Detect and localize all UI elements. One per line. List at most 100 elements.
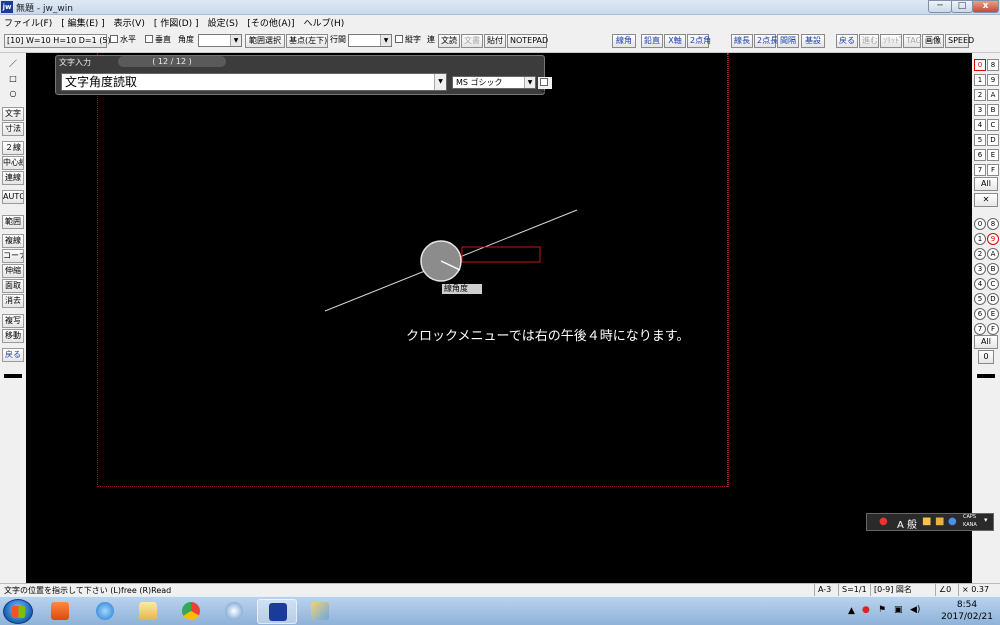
layer-2[interactable]: 2 <box>974 248 986 260</box>
layer-group-5[interactable]: 5 <box>974 134 986 146</box>
layer-group-e[interactable]: E <box>987 149 999 161</box>
taskbar-chrome[interactable] <box>171 599 211 624</box>
clock-time[interactable]: 8:54 <box>947 600 987 610</box>
vertical-checkbox[interactable]: 垂直 <box>145 34 171 48</box>
flag-icon[interactable]: ⚑ <box>878 605 886 615</box>
layer-group-b[interactable]: B <box>987 104 999 116</box>
line-angle-button[interactable]: 線角 <box>612 34 636 48</box>
text-read-button[interactable]: 文読 <box>438 34 460 48</box>
auto-tool-button[interactable]: AUTO <box>2 190 24 204</box>
menu-other[interactable]: [その他(A)] <box>247 16 294 29</box>
line-type-indicator[interactable] <box>2 372 24 380</box>
layer-group-a[interactable]: A <box>987 89 999 101</box>
layer-group-3[interactable]: 3 <box>974 104 986 116</box>
layer-9[interactable]: 9 <box>987 233 999 245</box>
range-select-button[interactable]: 範囲選択 <box>245 34 285 48</box>
line-color-indicator[interactable] <box>975 372 997 380</box>
copy-tool-button[interactable]: 複写 <box>2 314 24 328</box>
text-tool-button[interactable]: 文字 <box>2 107 24 121</box>
two-point-angle-button[interactable]: 2点角 <box>687 34 711 48</box>
double-line-tool-button[interactable]: ２線 <box>2 141 24 155</box>
layer-group-2[interactable]: 2 <box>974 89 986 101</box>
x-axis-button[interactable]: X軸 <box>664 34 686 48</box>
layer-6[interactable]: 6 <box>974 308 986 320</box>
menu-view[interactable]: 表示(V) <box>114 16 145 29</box>
base-point-button[interactable]: 基点(左下) <box>286 34 328 48</box>
stretch-tool-button[interactable]: 伸縮 <box>2 264 24 278</box>
menu-edit[interactable]: [ 編集(E) ] <box>61 16 104 29</box>
text-write-button[interactable]: 文書 <box>461 34 483 48</box>
speaker-icon[interactable]: ◀) <box>910 605 920 615</box>
antivirus-icon[interactable]: ● <box>862 605 870 615</box>
erase-tool-button[interactable]: 消去 <box>2 294 24 308</box>
layer-1[interactable]: 1 <box>974 233 986 245</box>
layer-3[interactable]: 3 <box>974 263 986 275</box>
dimension-tool-button[interactable]: 寸法 <box>2 122 24 136</box>
continuous-line-tool-button[interactable]: 連線 <box>2 171 24 185</box>
ime-options-icon[interactable]: ▾ <box>984 516 988 524</box>
center-line-tool-button[interactable]: 中心線 <box>2 156 24 170</box>
ime-language-bar[interactable]: ● A 般 ■ ■ ● CAPS KANA ▾ <box>866 513 994 531</box>
corner-tool-button[interactable]: コーナー <box>2 249 24 263</box>
solid-button[interactable]: ｿﾘｯﾄﾞ <box>880 34 903 48</box>
taskbar-explorer[interactable] <box>128 599 168 624</box>
menu-settings[interactable]: 設定(S) <box>208 16 239 29</box>
horizontal-checkbox[interactable]: 水平 <box>110 34 136 48</box>
layer-name[interactable]: [0-9] 図名 <box>870 584 912 596</box>
ime-dictionary-icon[interactable]: ■ <box>935 516 944 527</box>
layer-group-f[interactable]: F <box>987 164 999 176</box>
layer-group-6[interactable]: 6 <box>974 149 986 161</box>
menu-file[interactable]: ファイル(F) <box>4 16 52 29</box>
speed-button[interactable]: SPEED <box>945 34 974 48</box>
taskbar-paint[interactable] <box>300 599 340 624</box>
close-button[interactable]: x <box>972 0 999 13</box>
notepad-button[interactable]: NOTEPAD <box>507 34 548 48</box>
maximize-button[interactable]: □ <box>951 0 973 13</box>
forward-button[interactable]: 進む <box>859 34 879 48</box>
font-select[interactable]: MS ゴシック ▼ <box>452 76 536 89</box>
circle-tool-button[interactable]: ○ <box>2 87 24 101</box>
layer-e[interactable]: E <box>987 308 999 320</box>
layer-group-d[interactable]: D <box>987 134 999 146</box>
zoom-value[interactable]: × 0.37 <box>958 584 989 596</box>
drawing-canvas[interactable]: 線角度 クロックメニューでは右の午後４時になります。 <box>26 53 972 583</box>
taskbar-internet-explorer[interactable] <box>85 599 125 624</box>
move-tool-button[interactable]: 移動 <box>2 329 24 343</box>
undo-tool-button[interactable]: 戻る <box>2 348 24 362</box>
layer-group-0[interactable]: 0 <box>974 59 986 71</box>
interval-button[interactable]: 間隔 <box>777 34 799 48</box>
menu-draw[interactable]: [ 作図(D) ] <box>154 16 199 29</box>
line-length-button[interactable]: 線長 <box>731 34 753 48</box>
layer-d[interactable]: D <box>987 293 999 305</box>
tag-button[interactable]: TAG <box>903 34 922 48</box>
continuous-label[interactable]: 連 <box>427 34 435 48</box>
angle-combo[interactable]: ▼ <box>198 34 242 47</box>
taskbar-media-player[interactable] <box>40 599 80 624</box>
scale-value[interactable]: S=1/1 <box>838 584 867 596</box>
layer-c[interactable]: C <box>987 278 999 290</box>
layer-all-button[interactable]: All <box>974 335 998 349</box>
layer-a[interactable]: A <box>987 248 999 260</box>
menu-help[interactable]: ヘルプ(H) <box>304 16 345 29</box>
layer-7[interactable]: 7 <box>974 323 986 335</box>
text-input-field[interactable]: 文字角度読取 ▼ <box>61 73 447 91</box>
layer-group-1[interactable]: 1 <box>974 74 986 86</box>
line-spacing-combo[interactable]: ▼ <box>348 34 392 47</box>
paste-button[interactable]: 貼付 <box>484 34 506 48</box>
layer-group-cross-button[interactable]: ✕ <box>974 193 998 207</box>
layer-group-7[interactable]: 7 <box>974 164 986 176</box>
layer-group-8[interactable]: 8 <box>987 59 999 71</box>
layer-4[interactable]: 4 <box>974 278 986 290</box>
ime-toolbox-icon[interactable]: ■ <box>922 516 931 527</box>
chamfer-tool-button[interactable]: 面取 <box>2 279 24 293</box>
taskbar-mail[interactable] <box>214 599 254 624</box>
layer-group-9[interactable]: 9 <box>987 74 999 86</box>
ime-help-icon[interactable]: ● <box>948 516 957 527</box>
image-edit-button[interactable]: 画像 <box>922 34 944 48</box>
network-icon[interactable]: ▣ <box>894 605 903 615</box>
line-tool-button[interactable]: ／ <box>2 57 24 71</box>
offset-tool-button[interactable]: 複線 <box>2 234 24 248</box>
start-button[interactable] <box>3 599 33 624</box>
layer-5[interactable]: 5 <box>974 293 986 305</box>
layer-b[interactable]: B <box>987 263 999 275</box>
